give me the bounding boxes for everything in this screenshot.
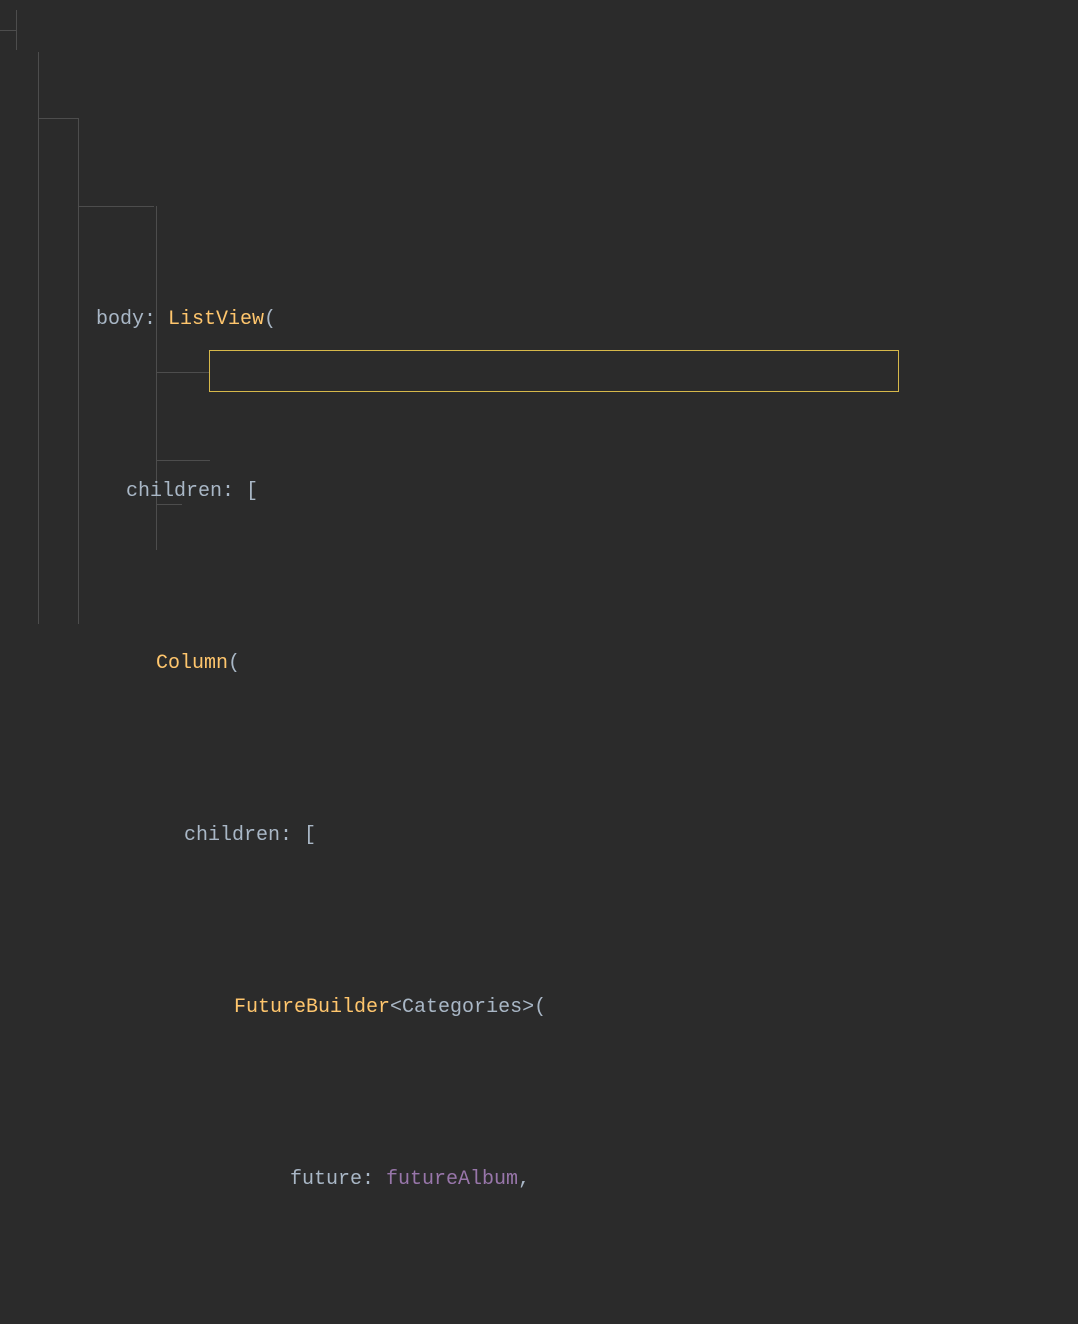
code-line[interactable]: Column( xyxy=(0,642,1078,686)
code-line[interactable]: children: [ xyxy=(0,470,1078,514)
punct: ( xyxy=(228,652,240,675)
code-line[interactable]: FutureBuilder<Categories>( xyxy=(0,986,1078,1030)
param-label: children: [ xyxy=(184,824,316,847)
class-name: Column xyxy=(156,652,228,675)
code-line[interactable]: children: [ xyxy=(0,814,1078,858)
code-line[interactable]: future: futureAlbum, xyxy=(0,1158,1078,1202)
param-label: children: [ xyxy=(126,480,258,503)
selection-highlight xyxy=(209,350,899,392)
param-label: future: xyxy=(290,1168,386,1191)
class-name: ListView xyxy=(168,308,264,331)
code-editor-view[interactable]: body: ListView( children: [ Column( chil… xyxy=(0,10,1078,1324)
punct: , xyxy=(518,1168,530,1191)
code-line[interactable]: body: ListView( xyxy=(0,298,1078,342)
punct: ( xyxy=(264,308,276,331)
variable: futureAlbum xyxy=(386,1168,518,1191)
generic-type: <Categories>( xyxy=(390,996,546,1019)
class-name: FutureBuilder xyxy=(234,996,390,1019)
param-label: body: xyxy=(96,308,168,331)
